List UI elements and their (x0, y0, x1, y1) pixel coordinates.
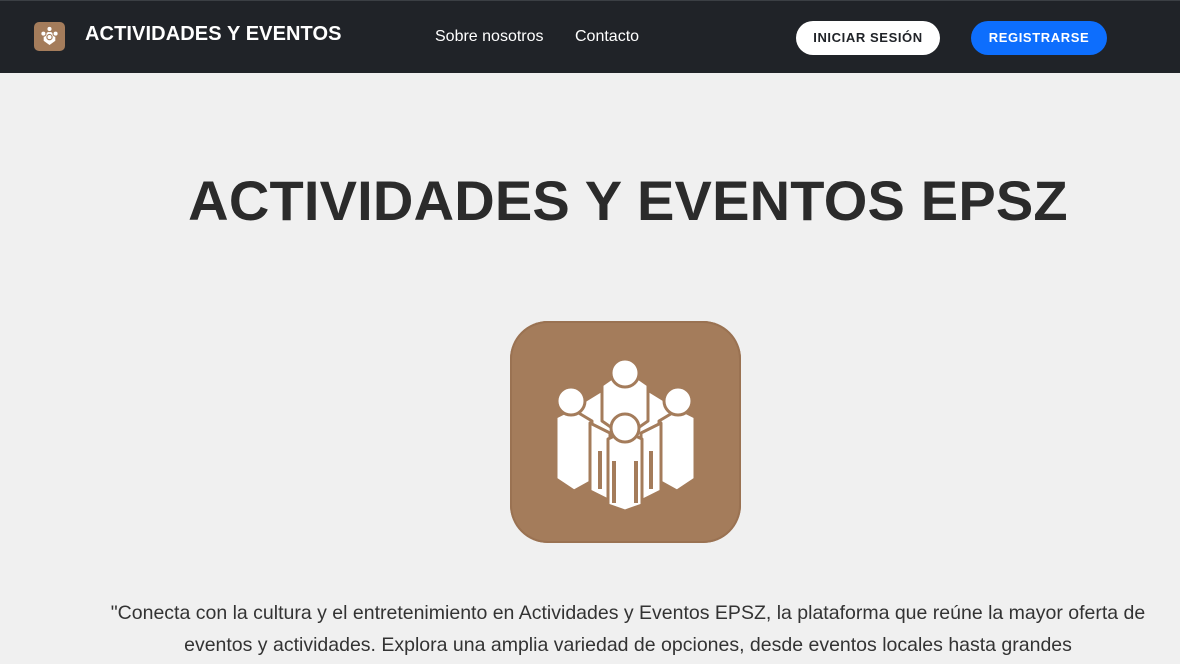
page-title: ACTIVIDADES Y EVENTOS EPSZ (188, 169, 1068, 232)
hero-logo (510, 321, 741, 543)
register-button[interactable]: REGISTRARSE (971, 21, 1107, 55)
community-people-icon (554, 357, 697, 513)
navbar: ACTIVIDADES Y EVENTOS Sobre nosotros Con… (0, 0, 1180, 73)
community-people-icon (40, 25, 59, 47)
login-button[interactable]: INICIAR SESIÓN (796, 21, 940, 55)
nav-link-about[interactable]: Sobre nosotros (435, 28, 544, 46)
nav-link-contact[interactable]: Contacto (575, 28, 639, 46)
brand-title[interactable]: ACTIVIDADES Y EVENTOS (85, 23, 342, 46)
brand-logo-icon[interactable] (34, 22, 65, 51)
hero-description: "Conecta con la cultura y el entretenimi… (110, 602, 1146, 656)
